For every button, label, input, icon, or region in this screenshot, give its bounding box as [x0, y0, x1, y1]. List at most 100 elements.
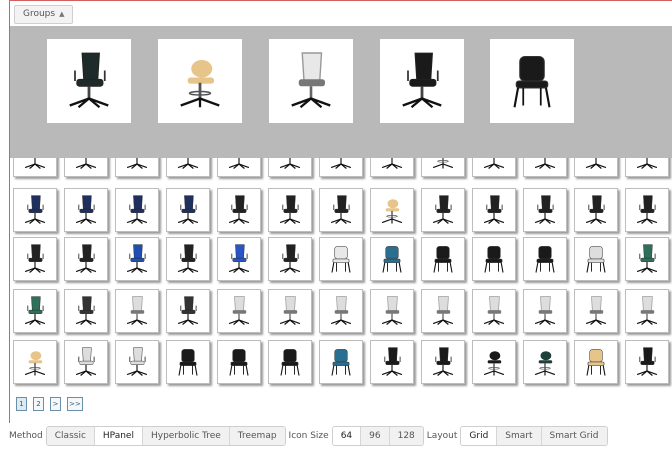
chair-image: [636, 244, 658, 273]
chair-image: [229, 349, 249, 376]
chair-thumbnail[interactable]: [217, 188, 261, 232]
chair-thumbnail[interactable]: [625, 340, 669, 384]
chair-thumbnail[interactable]: [115, 188, 159, 232]
chair-image: [535, 246, 555, 273]
hpanel-chair-thumbnail[interactable]: [380, 39, 464, 123]
chair-image: [636, 195, 658, 224]
page-button[interactable]: 2: [33, 397, 44, 411]
chair-image: [24, 296, 46, 325]
chair-thumbnail[interactable]: [370, 237, 414, 281]
chair-thumbnail[interactable]: [370, 289, 414, 333]
chair-image: [24, 244, 46, 273]
chair-thumbnail[interactable]: [166, 340, 210, 384]
chair-thumbnail[interactable]: [421, 188, 465, 232]
icon-size-option[interactable]: 96: [361, 427, 390, 445]
chair-thumbnail[interactable]: [574, 289, 618, 333]
triangle-up-icon: ▲: [59, 10, 65, 18]
chair-thumbnail[interactable]: [319, 237, 363, 281]
hpanel-chair-thumbnail[interactable]: [47, 39, 131, 123]
layout-option[interactable]: Smart Grid: [541, 427, 607, 445]
hpanel-chair-thumbnail[interactable]: [269, 39, 353, 123]
icon-size-option[interactable]: 128: [389, 427, 423, 445]
method-selector: Classic HPanel Hyperbolic Tree Treemap: [45, 426, 286, 446]
chair-thumbnail[interactable]: [472, 188, 516, 232]
pagination: 1 2 > >>: [16, 397, 83, 411]
chair-thumbnail[interactable]: [64, 289, 108, 333]
chair-thumbnail[interactable]: [523, 289, 567, 333]
chair-image: [330, 296, 352, 325]
chair-image: [432, 347, 454, 376]
chair-image: [636, 347, 658, 376]
chair-thumbnail[interactable]: [370, 188, 414, 232]
icon-size-option[interactable]: 64: [332, 427, 362, 445]
chair-thumbnail[interactable]: [13, 340, 57, 384]
method-option[interactable]: Hyperbolic Tree: [142, 427, 230, 445]
chair-thumbnail[interactable]: [421, 237, 465, 281]
chair-image: [586, 246, 606, 273]
chair-thumbnail[interactable]: [268, 289, 312, 333]
chair-image: [178, 349, 198, 376]
chair-thumbnail[interactable]: [472, 340, 516, 384]
chair-thumbnail[interactable]: [370, 340, 414, 384]
chair-thumbnail[interactable]: [115, 289, 159, 333]
chair-thumbnail[interactable]: [472, 237, 516, 281]
chair-thumbnail[interactable]: [115, 237, 159, 281]
chair-thumbnail[interactable]: [115, 340, 159, 384]
chair-thumbnail[interactable]: [523, 188, 567, 232]
chair-thumbnail[interactable]: [574, 237, 618, 281]
chair-image: [75, 244, 97, 273]
chair-thumbnail[interactable]: [13, 188, 57, 232]
chair-thumbnail[interactable]: [217, 340, 261, 384]
chair-image: [75, 347, 97, 376]
hpanel-chair-thumbnail[interactable]: [158, 39, 242, 123]
chair-image: [69, 52, 109, 109]
chair-thumbnail[interactable]: [268, 237, 312, 281]
chair-image: [534, 195, 556, 224]
chair-thumbnail[interactable]: [574, 340, 618, 384]
chair-image: [381, 296, 403, 325]
chair-thumbnail[interactable]: [574, 188, 618, 232]
chair-thumbnail[interactable]: [472, 289, 516, 333]
chair-thumbnail[interactable]: [166, 237, 210, 281]
layout-option[interactable]: Smart: [497, 427, 542, 445]
chair-thumbnail[interactable]: [319, 340, 363, 384]
chair-image: [177, 195, 199, 224]
chair-image: [381, 347, 403, 376]
layout-option[interactable]: Grid: [461, 427, 498, 445]
chair-thumbnail[interactable]: [319, 289, 363, 333]
chair-thumbnail[interactable]: [523, 237, 567, 281]
chair-thumbnail[interactable]: [64, 340, 108, 384]
chair-thumbnail[interactable]: [166, 188, 210, 232]
chair-thumbnail[interactable]: [421, 340, 465, 384]
chair-image: [228, 195, 250, 224]
method-option[interactable]: Treemap: [229, 427, 285, 445]
chair-thumbnail[interactable]: [319, 188, 363, 232]
page-button[interactable]: >>: [67, 397, 83, 411]
chair-thumbnail[interactable]: [268, 340, 312, 384]
chair-thumbnail[interactable]: [166, 289, 210, 333]
chair-thumbnail[interactable]: [268, 188, 312, 232]
chair-thumbnail[interactable]: [13, 289, 57, 333]
view-toolbar: Method Classic HPanel Hyperbolic Tree Treem…: [9, 426, 611, 446]
chair-thumbnail[interactable]: [625, 188, 669, 232]
chair-thumbnail[interactable]: [625, 237, 669, 281]
groups-toggle-button[interactable]: Groups ▲: [14, 5, 74, 24]
chair-thumbnail[interactable]: [625, 289, 669, 333]
chair-thumbnail[interactable]: [64, 237, 108, 281]
layout-selector: Grid Smart Smart Grid: [460, 426, 608, 446]
chair-thumbnail[interactable]: [421, 289, 465, 333]
method-option[interactable]: HPanel: [94, 427, 143, 445]
page-button-current[interactable]: 1: [16, 397, 27, 411]
chair-thumbnail[interactable]: [217, 237, 261, 281]
chair-image: [280, 349, 300, 376]
page-button[interactable]: >: [50, 397, 61, 411]
icon-size-selector: 64 96 128: [331, 426, 424, 446]
chair-thumbnail[interactable]: [523, 340, 567, 384]
chair-thumbnail[interactable]: [13, 237, 57, 281]
chair-thumbnail[interactable]: [64, 188, 108, 232]
method-option[interactable]: Classic: [46, 427, 95, 445]
hpanel-chair-thumbnail[interactable]: [490, 39, 574, 123]
chair-thumbnail[interactable]: [217, 289, 261, 333]
chair-image: [432, 195, 454, 224]
method-label: Method: [9, 431, 43, 441]
